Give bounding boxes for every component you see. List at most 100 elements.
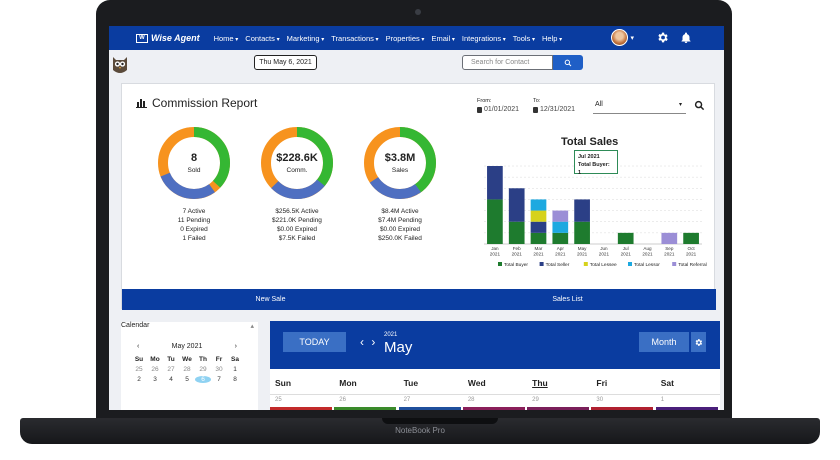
- legend-label[interactable]: Total Referral: [678, 262, 707, 268]
- to-date-input[interactable]: 12/31/2021: [533, 106, 575, 113]
- day-number[interactable]: 28: [463, 397, 527, 403]
- from-date-input[interactable]: 01/01/2021: [477, 106, 519, 113]
- x-tick-label: 2021: [599, 252, 610, 257]
- nav-item-properties[interactable]: Properties: [386, 34, 425, 43]
- chart-title: Total Sales: [561, 136, 619, 148]
- calendar-event[interactable]: [462, 407, 525, 410]
- contact-search-button[interactable]: [553, 55, 583, 70]
- mini-day-cell[interactable]: 25: [131, 366, 147, 373]
- prev-month-icon[interactable]: ‹: [137, 343, 139, 350]
- commission-value: $228.6K: [276, 152, 318, 164]
- from-date-value: 01/01/2021: [484, 106, 520, 113]
- legend-label[interactable]: Total Lessor: [634, 262, 660, 268]
- month-view-button[interactable]: Month: [639, 332, 689, 352]
- mini-day-cell[interactable]: 27: [163, 366, 179, 373]
- mini-day-cell[interactable]: 8: [227, 376, 243, 383]
- mini-day-cell[interactable]: 1: [227, 366, 243, 373]
- stat-active: $8.4M Active: [381, 208, 419, 215]
- bar-segment-total-buyer[interactable]: [617, 232, 634, 244]
- bar-segment-total-lessee[interactable]: [530, 210, 547, 222]
- stat-pending: 11 Pending: [177, 217, 211, 224]
- owl-mascot-icon: [113, 57, 127, 73]
- mini-day-cell[interactable]: 7: [211, 376, 227, 383]
- calendar-event[interactable]: [527, 407, 590, 410]
- filter-select[interactable]: All ▾: [593, 101, 686, 114]
- screen: W Wise Agent Home Contacts Marketing Tra…: [109, 26, 724, 410]
- logo[interactable]: W Wise Agent: [136, 33, 200, 43]
- nav-item-marketing[interactable]: Marketing: [287, 34, 325, 43]
- nav-item-transactions[interactable]: Transactions: [331, 34, 378, 43]
- commission-label: Comm.: [286, 167, 308, 174]
- today-button[interactable]: TODAY: [283, 332, 346, 352]
- calendar-settings-button[interactable]: [691, 332, 706, 352]
- calendar-event[interactable]: [270, 407, 332, 410]
- mini-day-cell[interactable]: 29: [195, 366, 211, 373]
- mini-day-cell[interactable]: 6: [195, 376, 211, 383]
- bar-chart-icon: [136, 99, 147, 108]
- bar-segment-total-buyer[interactable]: [487, 199, 503, 244]
- mini-calendar-title: Calendar: [121, 322, 150, 329]
- prev-arrow-icon[interactable]: ‹: [360, 335, 364, 349]
- calendar-event[interactable]: [334, 407, 397, 410]
- search-icon[interactable]: [694, 100, 705, 111]
- nav-item-contacts[interactable]: Contacts: [245, 34, 279, 43]
- mini-day-cell[interactable]: 28: [179, 366, 195, 373]
- bar-segment-total-seller[interactable]: [487, 166, 503, 200]
- day-of-week-row: Sun Mon Tue Wed Thu Fri Sat: [270, 371, 720, 395]
- bell-icon[interactable]: [678, 30, 694, 46]
- nav-item-help[interactable]: Help: [542, 34, 562, 43]
- x-tick-label: Oct: [688, 246, 696, 251]
- dow-sun: Sun: [275, 378, 292, 388]
- mini-calendar-grid: Su Mo Tu We Th Fr Sa 25 26 27 28 29 30 1 2 3 4 5 6 7 8: [131, 356, 243, 383]
- day-number[interactable]: 25: [270, 397, 334, 403]
- bar-segment-total-lessor[interactable]: [530, 199, 547, 211]
- day-number[interactable]: 27: [399, 397, 463, 403]
- nav-item-home[interactable]: Home: [214, 34, 239, 43]
- mini-day-cell[interactable]: 30: [211, 366, 227, 373]
- legend-label[interactable]: Total Buyer: [504, 262, 528, 268]
- new-sale-button[interactable]: New Sale: [122, 289, 419, 310]
- bar-segment-total-seller[interactable]: [508, 188, 525, 222]
- bar-segment-total-buyer[interactable]: [574, 221, 590, 244]
- sales-list-button[interactable]: Sales List: [419, 289, 716, 310]
- bar-segment-total-buyer[interactable]: [530, 232, 547, 244]
- legend-label[interactable]: Total Lessee: [590, 262, 617, 268]
- mini-day-cell[interactable]: 5: [179, 376, 195, 383]
- report-footer: New Sale Sales List: [122, 289, 716, 310]
- nav-item-tools[interactable]: Tools: [513, 34, 535, 43]
- calendar-event[interactable]: [398, 407, 461, 410]
- gear-icon[interactable]: [654, 30, 670, 46]
- bar-segment-total-buyer[interactable]: [508, 221, 525, 244]
- bar-segment-total-seller[interactable]: [530, 221, 547, 233]
- mini-day-cell[interactable]: 3: [147, 376, 163, 383]
- day-number[interactable]: 26: [334, 397, 398, 403]
- collapse-icon[interactable]: ▴: [250, 322, 254, 330]
- legend-swatch: [498, 262, 502, 266]
- current-date-button[interactable]: Thu May 6, 2021: [254, 55, 317, 70]
- next-arrow-icon[interactable]: ›: [371, 335, 375, 349]
- bar-segment-total-buyer[interactable]: [683, 232, 699, 244]
- day-number[interactable]: 1: [656, 397, 720, 403]
- bar-segment-total-referral[interactable]: [661, 232, 678, 244]
- bar-segment-total-lessor[interactable]: [552, 221, 569, 233]
- calendar-event[interactable]: [655, 407, 718, 410]
- bar-segment-total-buyer[interactable]: [552, 232, 569, 244]
- chevron-down-icon[interactable]: ▾: [630, 34, 634, 42]
- contact-search-input[interactable]: Search for Contact: [462, 55, 553, 70]
- bar-segment-total-seller[interactable]: [574, 199, 590, 222]
- next-month-icon[interactable]: ›: [235, 343, 237, 350]
- bar-segment-total-referral[interactable]: [552, 210, 569, 222]
- nav-item-integrations[interactable]: Integrations: [462, 34, 506, 43]
- mini-day-cell[interactable]: 26: [147, 366, 163, 373]
- x-tick-label: Jul: [623, 246, 629, 251]
- day-number[interactable]: 30: [591, 397, 655, 403]
- sales-stats: $8.4M Active $7.4M Pending $0.00 Expired…: [363, 207, 437, 243]
- nav-item-email[interactable]: Email: [431, 34, 454, 43]
- mini-day-cell[interactable]: 2: [131, 376, 147, 383]
- avatar[interactable]: [611, 29, 629, 46]
- day-number[interactable]: 29: [527, 397, 591, 403]
- legend-label[interactable]: Total Seller: [546, 262, 570, 268]
- calendar-event[interactable]: [591, 407, 654, 410]
- x-tick-label: Aug: [643, 246, 652, 251]
- mini-day-cell[interactable]: 4: [163, 376, 179, 383]
